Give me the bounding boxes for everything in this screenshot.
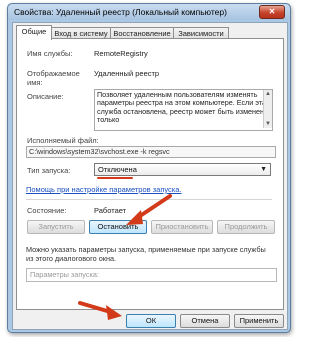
tab-general[interactable]: Общие <box>16 25 52 40</box>
annotation-arrow-ok <box>78 301 122 320</box>
